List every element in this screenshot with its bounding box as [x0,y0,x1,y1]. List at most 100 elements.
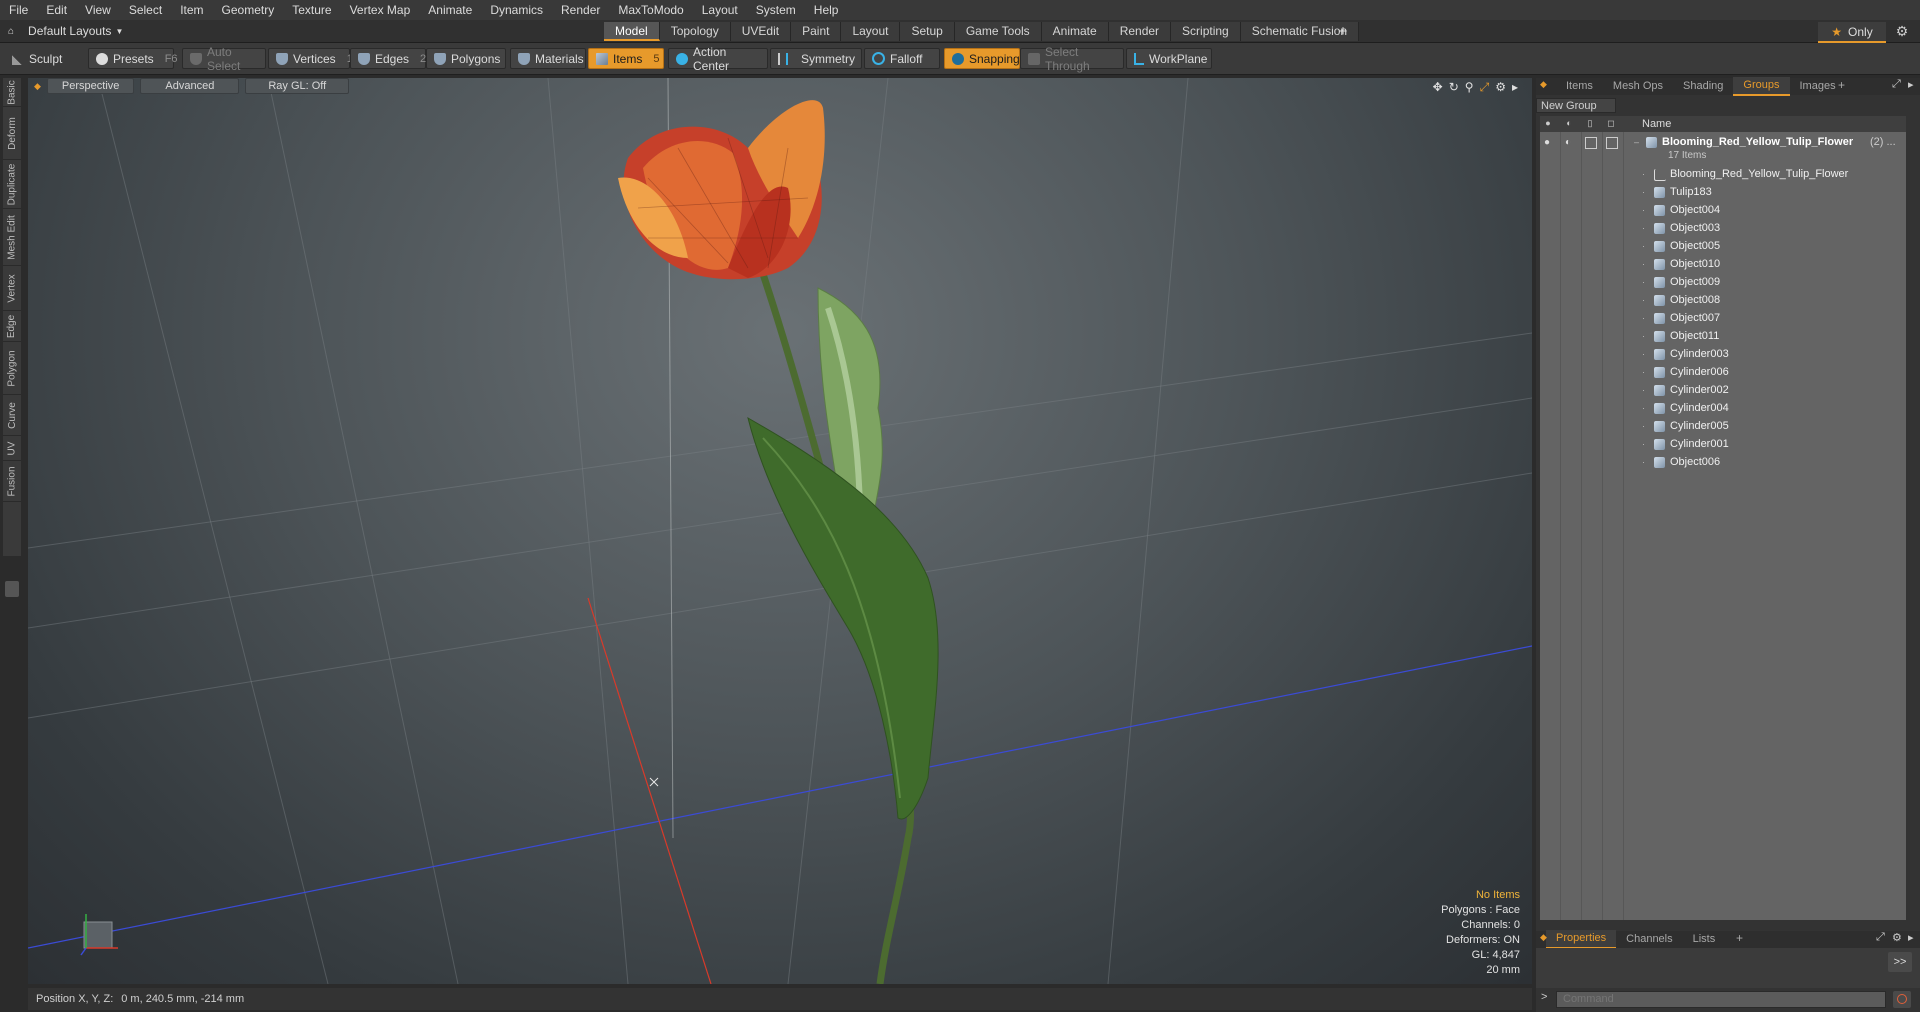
mode-tab-animate[interactable]: Animate [1041,22,1109,41]
rotate-view-icon[interactable]: ↻ [1449,80,1459,95]
list-item[interactable]: · Object007 [1540,310,1906,328]
menu-item-system[interactable]: System [747,0,805,20]
lock-checkbox[interactable] [1585,137,1597,149]
properties-arrow-icon[interactable]: ▸ [1908,931,1914,944]
only-toggle[interactable]: ★ Only [1818,22,1886,43]
polygons-button[interactable]: Polygons [426,48,506,69]
vertices-button[interactable]: Vertices 1 [268,48,353,69]
menu-item-item[interactable]: Item [171,0,212,20]
viewport-gear-icon[interactable]: ⚙ [1495,80,1506,95]
mode-tab-game-tools[interactable]: Game Tools [954,22,1042,41]
viewport-menu-icon[interactable]: ◆ [34,81,41,92]
list-item[interactable]: · Object011 [1540,328,1906,346]
list-item[interactable]: · Object003 [1540,220,1906,238]
left-tab-mesh-edit[interactable]: Mesh Edit [3,209,21,266]
panel-tab-mesh-ops[interactable]: Mesh Ops [1603,78,1673,95]
move-view-icon[interactable]: ✥ [1433,80,1443,95]
group-row[interactable]: ● ◐ – Blooming_Red_Yellow_Tulip_Flower (… [1540,134,1906,164]
list-item[interactable]: · Object010 [1540,256,1906,274]
mode-tab-layout[interactable]: Layout [841,22,901,41]
menu-item-geometry[interactable]: Geometry [213,0,284,20]
presets-button[interactable]: Presets F6 [88,48,178,69]
select-col-icon[interactable]: ◻ [1605,118,1617,130]
properties-tab-lists[interactable]: Lists [1683,931,1726,948]
raygl-button[interactable]: Ray GL: Off [245,78,350,94]
left-panel-toggle[interactable] [5,581,19,597]
advanced-button[interactable]: Advanced [140,78,240,94]
sculpt-button[interactable]: Sculpt [4,48,84,69]
mode-tab-topology[interactable]: Topology [659,22,731,41]
items-button[interactable]: Items 5 [588,48,664,69]
left-tab-basic[interactable]: Basic [3,78,21,107]
left-tab-fusion[interactable]: Fusion [3,461,21,502]
select-checkbox[interactable] [1606,137,1618,149]
name-column-header[interactable]: Name [1642,118,1671,130]
layout-selector[interactable]: ⌂ Default Layouts ▼ [8,22,123,40]
list-item[interactable]: · Object006 [1540,454,1906,472]
list-item[interactable]: · Object009 [1540,274,1906,292]
list-item[interactable]: · Cylinder006 [1540,364,1906,382]
left-tab-polygon[interactable]: Polygon [3,342,21,395]
list-item[interactable]: · Object008 [1540,292,1906,310]
menu-item-animate[interactable]: Animate [419,0,481,20]
menu-item-select[interactable]: Select [120,0,171,20]
properties-tab-channels[interactable]: Channels [1616,931,1682,948]
left-tab-curve[interactable]: Curve [3,395,21,436]
mode-tab-setup[interactable]: Setup [900,22,955,41]
left-tab-uv[interactable]: UV [3,436,21,461]
panel-tab-items[interactable]: Items [1556,78,1603,95]
left-tab-deform[interactable]: Deform [3,107,21,160]
panel-arrow-icon[interactable]: ▸ [1908,78,1914,91]
materials-button[interactable]: Materials [510,48,586,69]
mode-tab-scripting[interactable]: Scripting [1171,22,1241,41]
home-icon[interactable]: ⌂ [8,26,14,37]
left-tab-duplicate[interactable]: Duplicate [3,160,21,209]
eye-icon[interactable]: ● [1544,137,1550,148]
list-item[interactable]: · Cylinder001 [1540,436,1906,454]
mode-tab-model[interactable]: Model [604,22,660,41]
add-panel-tab-button[interactable]: + [1838,78,1845,92]
expand-button[interactable]: >> [1888,952,1912,972]
action-center-button[interactable]: Action Center [668,45,768,73]
menu-item-file[interactable]: File [0,0,37,20]
properties-gear-icon[interactable]: ⚙ [1892,931,1902,944]
visibility-col-icon[interactable]: ● [1542,118,1554,130]
maximize-properties-icon[interactable]: ⤢ [1876,931,1885,944]
list-item[interactable]: · Tulip183 [1540,184,1906,202]
mode-tab-uvedit[interactable]: UVEdit [730,22,792,41]
add-properties-tab-button[interactable]: + [1736,931,1743,945]
zoom-view-icon[interactable]: ⚲ [1465,80,1474,95]
auto-select-button[interactable]: Auto Select [182,45,266,73]
left-tab-vertex[interactable]: Vertex [3,266,21,311]
fit-view-icon[interactable]: ⤢ [1480,80,1490,95]
new-group-button[interactable]: New Group [1536,98,1616,113]
mode-tab-render[interactable]: Render [1108,22,1172,41]
list-item[interactable]: · Blooming_Red_Yellow_Tulip_Flower [1540,166,1906,184]
list-item[interactable]: · Cylinder005 [1540,418,1906,436]
panel-tab-shading[interactable]: Shading [1673,78,1733,95]
render-col-icon[interactable]: ◐ [1563,118,1575,130]
menu-item-dynamics[interactable]: Dynamics [481,0,552,20]
list-item[interactable]: · Cylinder004 [1540,400,1906,418]
menu-item-render[interactable]: Render [552,0,609,20]
viewport-arrow-icon[interactable]: ▸ [1512,80,1518,95]
menu-item-view[interactable]: View [76,0,120,20]
properties-tab-properties[interactable]: Properties [1546,930,1617,949]
groups-list[interactable]: ● ◐ ▯ ◻ Name ● ◐ – Blooming_Red_Yellow_T… [1540,116,1906,920]
edges-button[interactable]: Edges 2 [350,48,426,69]
menu-item-edit[interactable]: Edit [37,0,76,20]
workplane-button[interactable]: WorkPlane [1126,48,1212,69]
viewport-3d[interactable]: ◆ Perspective Advanced Ray GL: Off ✥ ↻ ⚲… [28,78,1532,984]
collapse-icon[interactable]: – [1634,137,1639,147]
list-item[interactable]: · Cylinder003 [1540,346,1906,364]
mode-tab-paint[interactable]: Paint [791,22,842,41]
menu-item-maxtomodo[interactable]: MaxToModo [609,0,692,20]
render-icon[interactable]: ◐ [1565,137,1571,148]
command-input[interactable] [1556,991,1886,1008]
maximize-panel-icon[interactable]: ⤢ [1892,78,1901,91]
perspective-button[interactable]: Perspective [46,78,135,94]
menu-item-vertex-map[interactable]: Vertex Map [341,0,420,20]
gear-icon[interactable]: ⚙ [1892,22,1912,41]
snapping-button[interactable]: Snapping [944,48,1020,69]
panel-tab-groups[interactable]: Groups [1733,77,1790,96]
